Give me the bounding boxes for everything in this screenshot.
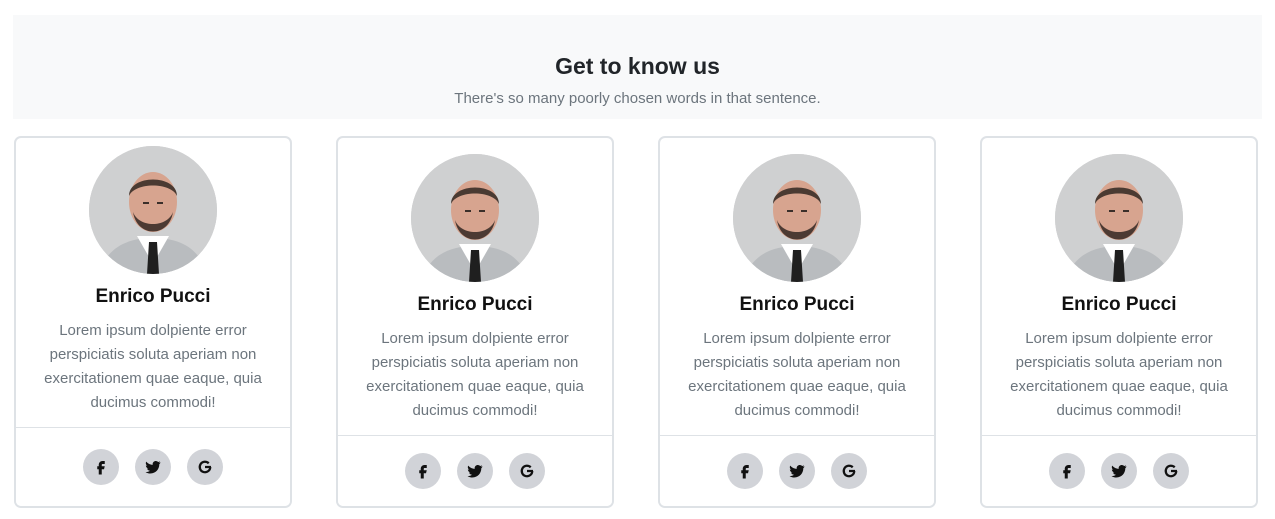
- google-icon: [518, 462, 536, 480]
- team-cards: Enrico Pucci Lorem ipsum dolpiente error…: [0, 0, 1275, 519]
- card-footer: [982, 435, 1256, 506]
- facebook-icon: [414, 462, 432, 480]
- member-description: Lorem ipsum dolpiente error perspiciatis…: [1010, 329, 1228, 419]
- team-page: Get to know us There's so many poorly ch…: [0, 0, 1275, 519]
- team-card: Enrico Pucci Lorem ipsum dolpiente error…: [658, 136, 936, 508]
- google-icon: [1162, 462, 1180, 480]
- facebook-icon: [92, 458, 110, 476]
- avatar-portrait-image: [1055, 154, 1183, 282]
- team-card: Enrico Pucci Lorem ipsum dolpiente error…: [336, 136, 614, 508]
- member-description: Lorem ipsum dolpiente error perspiciatis…: [366, 329, 584, 419]
- member-name: Enrico Pucci: [739, 294, 855, 315]
- avatar-portrait-image: [411, 154, 539, 282]
- twitter-icon: [144, 458, 162, 476]
- card-footer: [16, 427, 290, 506]
- card-footer: [660, 435, 934, 506]
- avatar: [89, 146, 217, 274]
- google-icon: [196, 458, 214, 476]
- member-description: Lorem ipsum dolpiente error perspiciatis…: [44, 321, 262, 411]
- google-button[interactable]: [831, 453, 867, 489]
- team-card: Enrico Pucci Lorem ipsum dolpiente error…: [980, 136, 1258, 508]
- avatar: [1055, 154, 1183, 282]
- twitter-button[interactable]: [457, 453, 493, 489]
- member-name: Enrico Pucci: [417, 294, 533, 315]
- facebook-button[interactable]: [405, 453, 441, 489]
- google-icon: [840, 462, 858, 480]
- card-body: Enrico Pucci Lorem ipsum dolpiente error…: [16, 146, 290, 415]
- team-card: Enrico Pucci Lorem ipsum dolpiente error…: [14, 136, 292, 508]
- card-footer: [338, 435, 612, 506]
- member-name: Enrico Pucci: [95, 286, 211, 307]
- card-body: Enrico Pucci Lorem ipsum dolpiente error…: [982, 154, 1256, 423]
- facebook-button[interactable]: [1049, 453, 1085, 489]
- card-body: Enrico Pucci Lorem ipsum dolpiente error…: [338, 154, 612, 423]
- facebook-icon: [1058, 462, 1076, 480]
- member-description: Lorem ipsum dolpiente error perspiciatis…: [688, 329, 906, 419]
- facebook-button[interactable]: [727, 453, 763, 489]
- twitter-icon: [788, 462, 806, 480]
- facebook-icon: [736, 462, 754, 480]
- twitter-icon: [1110, 462, 1128, 480]
- twitter-button[interactable]: [135, 449, 171, 485]
- google-button[interactable]: [509, 453, 545, 489]
- twitter-icon: [466, 462, 484, 480]
- google-button[interactable]: [187, 449, 223, 485]
- avatar-portrait-image: [733, 154, 861, 282]
- avatar: [733, 154, 861, 282]
- avatar: [411, 154, 539, 282]
- member-name: Enrico Pucci: [1061, 294, 1177, 315]
- google-button[interactable]: [1153, 453, 1189, 489]
- facebook-button[interactable]: [83, 449, 119, 485]
- twitter-button[interactable]: [1101, 453, 1137, 489]
- twitter-button[interactable]: [779, 453, 815, 489]
- avatar-portrait-image: [89, 146, 217, 274]
- card-body: Enrico Pucci Lorem ipsum dolpiente error…: [660, 154, 934, 423]
